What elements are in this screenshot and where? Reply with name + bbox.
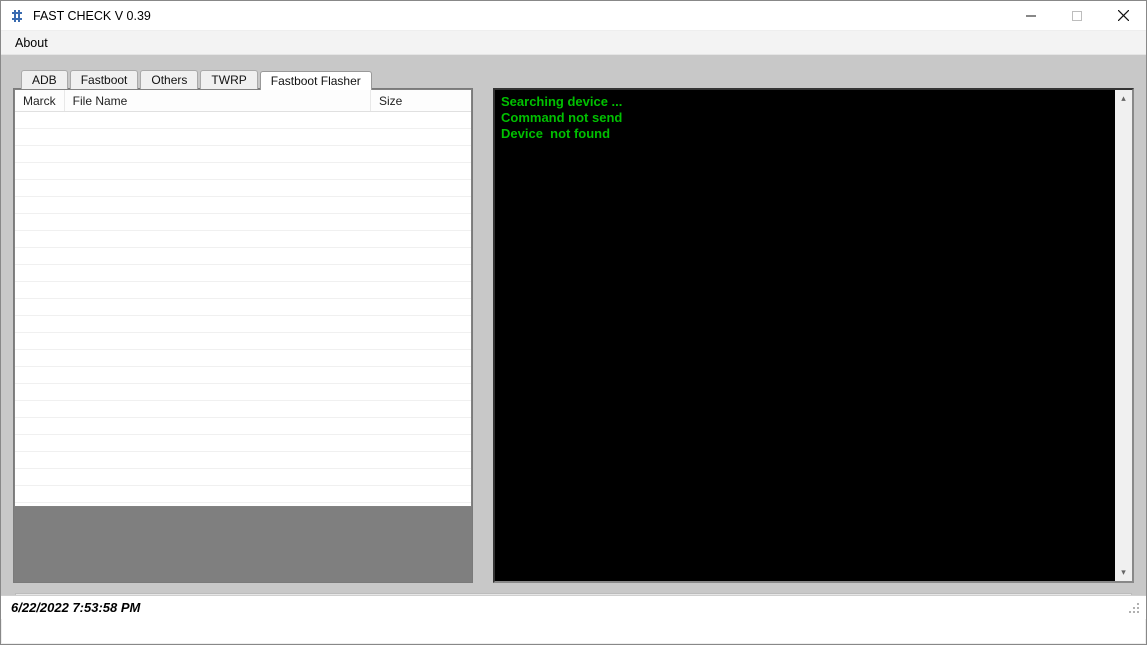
list-item	[15, 418, 471, 435]
list-item	[15, 333, 471, 350]
tab-adb[interactable]: ADB	[21, 70, 68, 89]
window-title: FAST CHECK V 0.39	[33, 9, 151, 23]
file-list-panel: Marck File Name Size	[13, 88, 473, 583]
list-item	[15, 486, 471, 503]
tab-strip: ADB Fastboot Others TWRP Fastboot Flashe…	[13, 67, 1134, 89]
menu-bar: About	[1, 31, 1146, 55]
listview-header: Marck File Name Size	[15, 90, 471, 112]
column-size[interactable]: Size	[371, 90, 471, 111]
status-datetime: 6/22/2022 7:53:58 PM	[5, 600, 146, 615]
tab-fastboot[interactable]: Fastboot	[70, 70, 139, 89]
list-item	[15, 316, 471, 333]
list-item	[15, 299, 471, 316]
list-item	[15, 197, 471, 214]
list-item	[15, 282, 471, 299]
tab-twrp[interactable]: TWRP	[200, 70, 257, 89]
console-panel: Searching device ... Command not send De…	[493, 88, 1134, 583]
list-item	[15, 469, 471, 486]
scroll-track[interactable]	[1115, 107, 1132, 564]
client-area: ADB Fastboot Others TWRP Fastboot Flashe…	[1, 55, 1146, 595]
console-scrollbar[interactable]: ▴ ▾	[1115, 90, 1132, 581]
app-window: FAST CHECK V 0.39 About ADB Fastboot Oth…	[0, 0, 1147, 645]
column-filename[interactable]: File Name	[65, 90, 371, 111]
status-bar: 6/22/2022 7:53:58 PM	[1, 595, 1146, 619]
list-item	[15, 146, 471, 163]
menu-about[interactable]: About	[7, 33, 56, 53]
list-item	[15, 180, 471, 197]
list-item	[15, 231, 471, 248]
list-item	[15, 367, 471, 384]
maximize-button	[1054, 1, 1100, 30]
file-listview[interactable]: Marck File Name Size	[14, 89, 472, 507]
list-item	[15, 435, 471, 452]
list-item	[15, 112, 471, 129]
list-item	[15, 350, 471, 367]
tab-fastboot-flasher[interactable]: Fastboot Flasher	[260, 71, 372, 90]
scroll-up-icon[interactable]: ▴	[1115, 90, 1132, 107]
close-button[interactable]	[1100, 1, 1146, 30]
listview-rows	[15, 112, 471, 503]
app-icon	[9, 8, 25, 24]
list-item	[15, 401, 471, 418]
tab-others[interactable]: Others	[140, 70, 198, 89]
resize-grip-icon[interactable]	[1126, 600, 1142, 616]
list-item	[15, 214, 471, 231]
tab-content: Marck File Name Size	[13, 89, 1134, 583]
list-item	[15, 129, 471, 146]
title-bar: FAST CHECK V 0.39	[1, 1, 1146, 31]
list-item	[15, 248, 471, 265]
list-item	[15, 163, 471, 180]
list-item	[15, 384, 471, 401]
column-marck[interactable]: Marck	[15, 90, 65, 111]
list-item	[15, 265, 471, 282]
scroll-down-icon[interactable]: ▾	[1115, 564, 1132, 581]
list-item	[15, 452, 471, 469]
window-controls	[1008, 1, 1146, 30]
console-output[interactable]: Searching device ... Command not send De…	[495, 90, 1115, 581]
minimize-button[interactable]	[1008, 1, 1054, 30]
